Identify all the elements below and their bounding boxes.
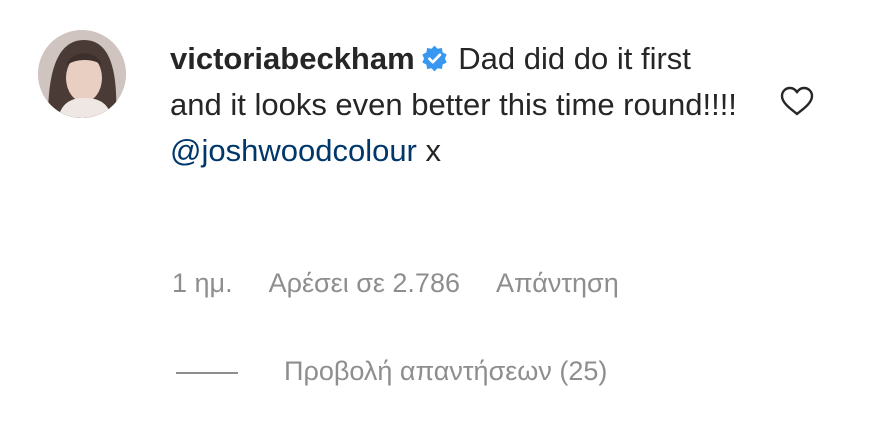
view-replies-button[interactable]: Προβολή απαντήσεων (25) <box>176 356 607 387</box>
timestamp[interactable]: 1 ημ. <box>172 268 233 298</box>
comment: victoriabeckham Dad did do it first and … <box>0 0 880 436</box>
comment-meta: 1 ημ. Αρέσει σε 2.786 Απάντηση <box>172 268 649 299</box>
avatar[interactable] <box>38 30 126 118</box>
comment-text-end: x <box>425 133 442 168</box>
comment-body: victoriabeckham Dad did do it first and … <box>170 36 750 174</box>
username-link[interactable]: victoriabeckham <box>170 41 415 76</box>
heart-icon[interactable] <box>780 86 814 116</box>
verified-badge-icon <box>422 45 447 72</box>
mention-link[interactable]: @joshwoodcolour <box>170 133 417 168</box>
view-replies-label: Προβολή απαντήσεων (25) <box>284 356 608 386</box>
reply-button[interactable]: Απάντηση <box>496 268 619 298</box>
replies-divider <box>176 371 238 374</box>
profile-photo <box>38 30 126 118</box>
likes-count[interactable]: Αρέσει σε 2.786 <box>269 268 460 298</box>
